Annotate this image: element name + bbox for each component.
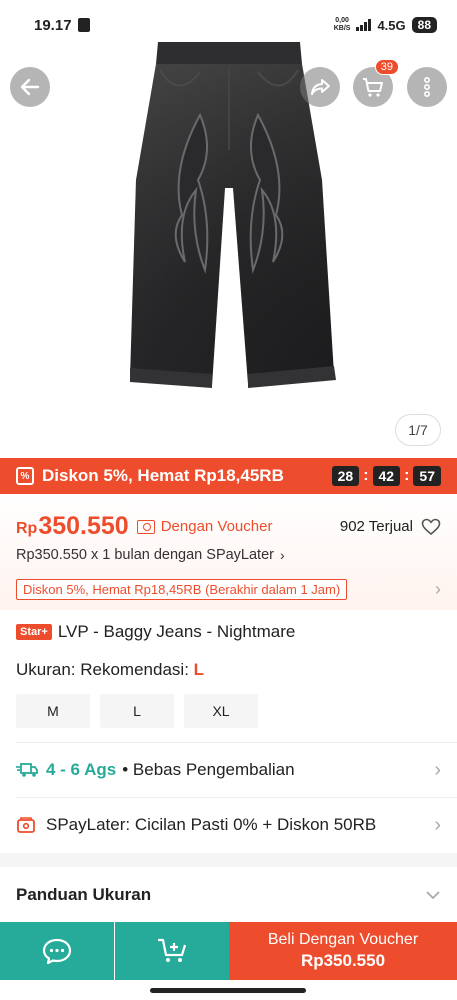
chat-icon [42,938,72,965]
chevron-right-icon: › [435,579,441,599]
shipping-row[interactable]: 4 - 6 Ags • Bebas Pengembalian › [0,742,457,798]
product-image-area[interactable]: 39 1/7 [0,0,457,458]
size-guide-row[interactable]: Panduan Ukuran [0,867,457,923]
share-button[interactable] [300,67,340,107]
spaylater-row[interactable]: SPayLater: Cicilan Pasti 0% + Diskon 50R… [0,797,457,853]
back-button[interactable] [10,67,50,107]
timer-hours: 28 [331,466,360,486]
cart-icon [363,78,383,97]
cart-badge: 39 [374,59,399,75]
system-nav-bar [0,980,457,1000]
product-info: Star+ LVP - Baggy Jeans - Nightmare Ukur… [0,610,457,728]
size-recommendation: L [193,660,205,679]
discount-row[interactable]: Diskon 5%, Hemat Rp18,45RB (Berakhir dal… [16,579,441,600]
size-guide-title: Panduan Ukuran [16,885,152,904]
home-indicator[interactable] [150,988,306,993]
countdown-timer: 28 : 42 : 57 [331,466,441,486]
spaylater-text: SPayLater: Cicilan Pasti 0% + Diskon 50R… [46,815,377,834]
voucher-icon [136,519,155,534]
chevron-down-icon [426,891,440,900]
buy-label: Beli Dengan Voucher [267,931,419,949]
battery-icon: 88 [411,17,437,33]
shipping-text: • Bebas Pengembalian [122,760,295,779]
more-button[interactable] [407,67,447,107]
buy-with-voucher-button[interactable]: Beli Dengan Voucher Rp350.550 [229,922,457,980]
add-cart-icon [158,938,187,962]
status-right: 0,00 KB/S 4.5G 88 [334,17,437,33]
chevron-right-icon: › [434,758,441,781]
discount-percent-icon: % [16,467,34,485]
flash-discount-banner[interactable]: % Diskon 5%, Hemat Rp18,45RB 28 : 42 : 5… [0,458,457,494]
cart-button[interactable]: 39 [353,59,399,107]
chevron-right-icon: › [279,547,285,563]
timer-minutes: 42 [372,466,401,486]
share-icon [311,79,330,95]
image-counter: 1/7 [395,414,441,446]
size-label: Ukuran: Rekomendasi: L [16,660,441,680]
heart-icon[interactable] [421,518,441,536]
size-option-m[interactable]: M [16,694,90,728]
status-time-group: 19.17 [34,17,90,34]
sold-count: 902 Terjual [340,518,441,536]
size-label-text: Ukuran: Rekomendasi: [16,660,189,679]
shipping-days: 4 - 6 Ags [46,760,117,779]
flash-text: Diskon 5%, Hemat Rp18,45RB [42,466,284,485]
status-time: 19.17 [34,16,72,34]
add-to-cart-button[interactable] [115,922,229,980]
shopee-notification-icon [77,18,90,32]
voucher-label: Dengan Voucher [160,518,273,535]
status-bar: 19.17 0,00 KB/S 4.5G 88 [0,0,457,50]
size-options: M L XL [16,694,441,728]
section-gap [0,853,457,867]
more-vertical-icon [423,76,431,98]
back-arrow-icon [20,78,40,96]
product-title: LVP - Baggy Jeans - Nightmare [57,622,296,641]
discount-tag: Diskon 5%, Hemat Rp18,45RB (Berakhir dal… [16,579,348,600]
timer-seconds: 57 [413,466,441,486]
net-speed-value: 0,00 [335,17,349,24]
net-speed-unit: KB/S [333,25,351,32]
delivery-truck-icon [16,763,38,777]
star-plus-tag: Star+ [16,624,52,640]
net-speed: 0,00 KB/S [334,17,351,33]
paylater-text: Rp350.550 x 1 bulan dengan SPayLater [16,547,274,563]
price-section: Rp 350.550 Dengan Voucher 902 Terjual Rp… [0,494,457,610]
size-option-xl[interactable]: XL [184,694,258,728]
signal-icon [356,19,372,31]
bottom-action-bar: Beli Dengan Voucher Rp350.550 [0,922,457,980]
price-value: 350.550 [38,512,129,540]
network-type: 4.5G [377,17,406,33]
price-currency: Rp [16,519,38,537]
paylater-installment[interactable]: Rp350.550 x 1 bulan dengan SPayLater › [16,547,441,563]
sold-text: 902 Terjual [339,518,413,535]
buy-price: Rp350.550 [300,951,386,971]
chevron-right-icon: › [434,813,441,836]
size-option-l[interactable]: L [100,694,174,728]
chat-button[interactable] [0,922,114,980]
spaylater-icon [17,817,35,833]
